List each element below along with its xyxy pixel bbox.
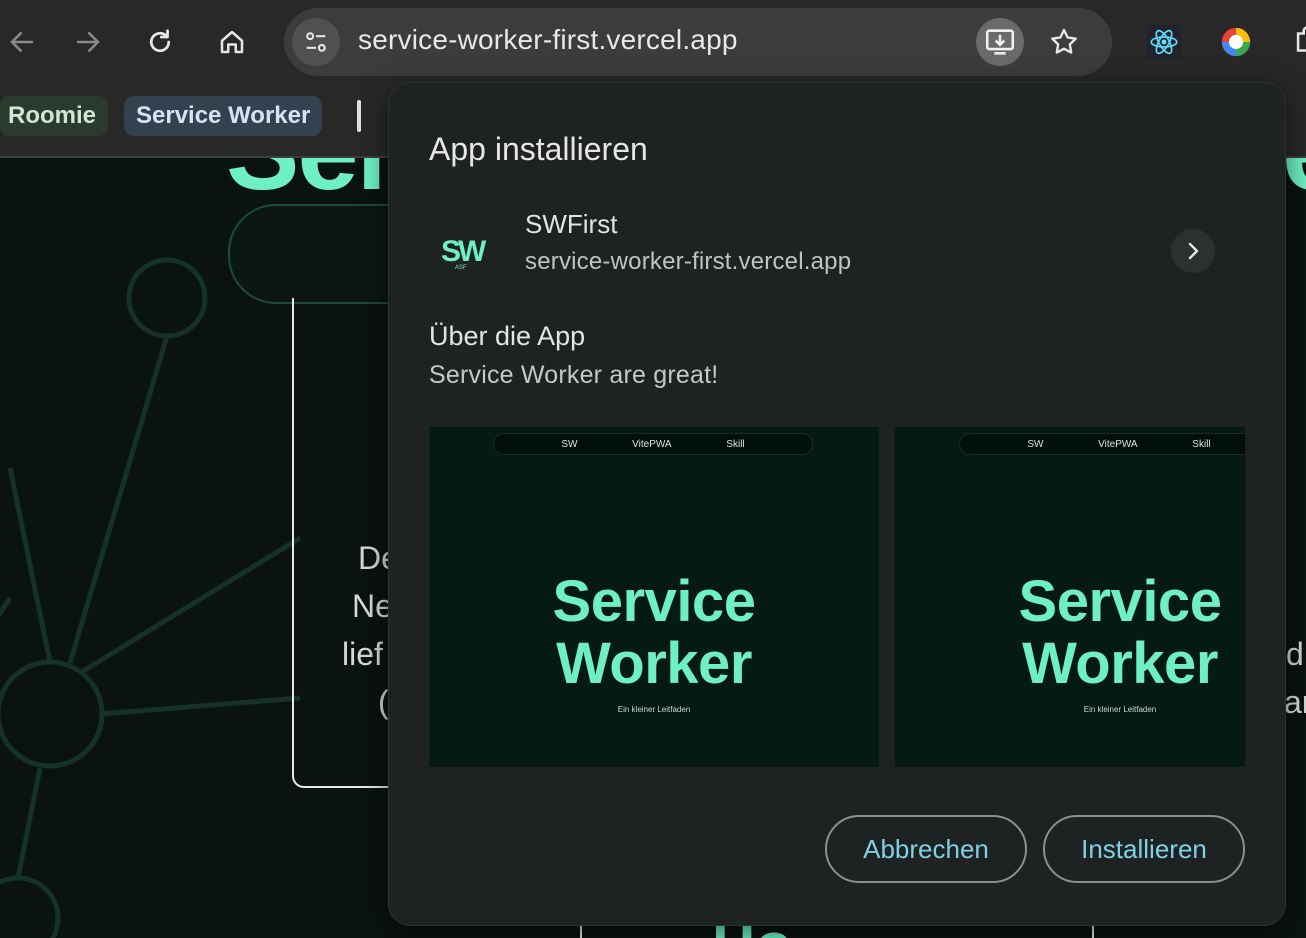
- dialog-title: App installieren: [429, 131, 648, 167]
- bookmark-service-worker[interactable]: Service Worker: [124, 96, 323, 136]
- install-button[interactable]: Installieren: [1043, 815, 1245, 883]
- svg-text:ASF: ASF: [455, 265, 467, 271]
- browser-toolbar: service-worker-first.vercel.app: [0, 0, 1306, 84]
- app-name: SWFirst: [525, 209, 618, 239]
- star-icon[interactable]: [1040, 18, 1088, 66]
- install-app-dialog: App installieren SW ASF SWFirst service-…: [388, 82, 1286, 926]
- forward-icon[interactable]: [66, 20, 110, 64]
- extensions-icon[interactable]: [1286, 20, 1306, 64]
- screenshot-nav-item: SW: [561, 438, 578, 450]
- screenshot-nav-item: VitePWA: [632, 438, 672, 450]
- cancel-button[interactable]: Abbrechen: [825, 815, 1027, 883]
- card-text-peek: lief: [342, 636, 383, 672]
- back-icon[interactable]: [0, 20, 44, 64]
- screenshot-nav-item: SW: [1027, 438, 1044, 450]
- screenshot-nav-item: Skill: [1192, 438, 1211, 450]
- app-screenshot: SW VitePWA Skill Service Worker Ein klei…: [429, 427, 879, 767]
- screenshot-title: Worker: [1022, 631, 1218, 696]
- screenshot-nav: SW VitePWA Skill: [959, 433, 1245, 455]
- card-text-peek: ar: [1284, 684, 1306, 720]
- url-text[interactable]: service-worker-first.vercel.app: [358, 24, 738, 56]
- card-text-peek: d: [1286, 636, 1304, 672]
- screenshot-subtitle: Ein kleiner Leitfaden: [1083, 705, 1157, 714]
- screenshot-carousel: SW VitePWA Skill Service Worker Ein klei…: [429, 427, 1245, 767]
- screenshot-nav-item: VitePWA: [1098, 438, 1138, 450]
- home-icon[interactable]: [210, 20, 254, 64]
- reload-icon[interactable]: [138, 20, 182, 64]
- about-heading: Über die App: [429, 321, 586, 351]
- app-logo: SW ASF: [429, 219, 490, 279]
- screenshot-title: Service: [552, 569, 756, 634]
- address-bar[interactable]: service-worker-first.vercel.app: [284, 8, 1112, 76]
- tune-icon[interactable]: [292, 18, 340, 66]
- svg-text:SW: SW: [441, 235, 487, 268]
- bookmarks-separator: [357, 100, 361, 132]
- color-picker-icon[interactable]: [1214, 20, 1258, 64]
- app-origin: service-worker-first.vercel.app: [525, 248, 852, 275]
- screenshot-title: Worker: [556, 631, 752, 696]
- card-text-peek: Ne: [352, 588, 393, 624]
- screenshot-subtitle: Ein kleiner Leitfaden: [617, 705, 691, 714]
- react-devtools-icon[interactable]: [1142, 20, 1186, 64]
- bookmark-roomie[interactable]: Roomie: [0, 96, 109, 136]
- app-screenshot: SW VitePWA Skill Service Worker Ein klei…: [895, 427, 1245, 767]
- screenshot-nav: SW VitePWA Skill: [493, 433, 813, 455]
- screenshot-nav-item: Skill: [726, 438, 745, 450]
- chevron-right-icon[interactable]: [1171, 229, 1215, 273]
- about-text: Service Worker are great!: [429, 361, 719, 389]
- screenshot-title: Service: [1018, 569, 1222, 634]
- install-app-icon[interactable]: [976, 18, 1024, 66]
